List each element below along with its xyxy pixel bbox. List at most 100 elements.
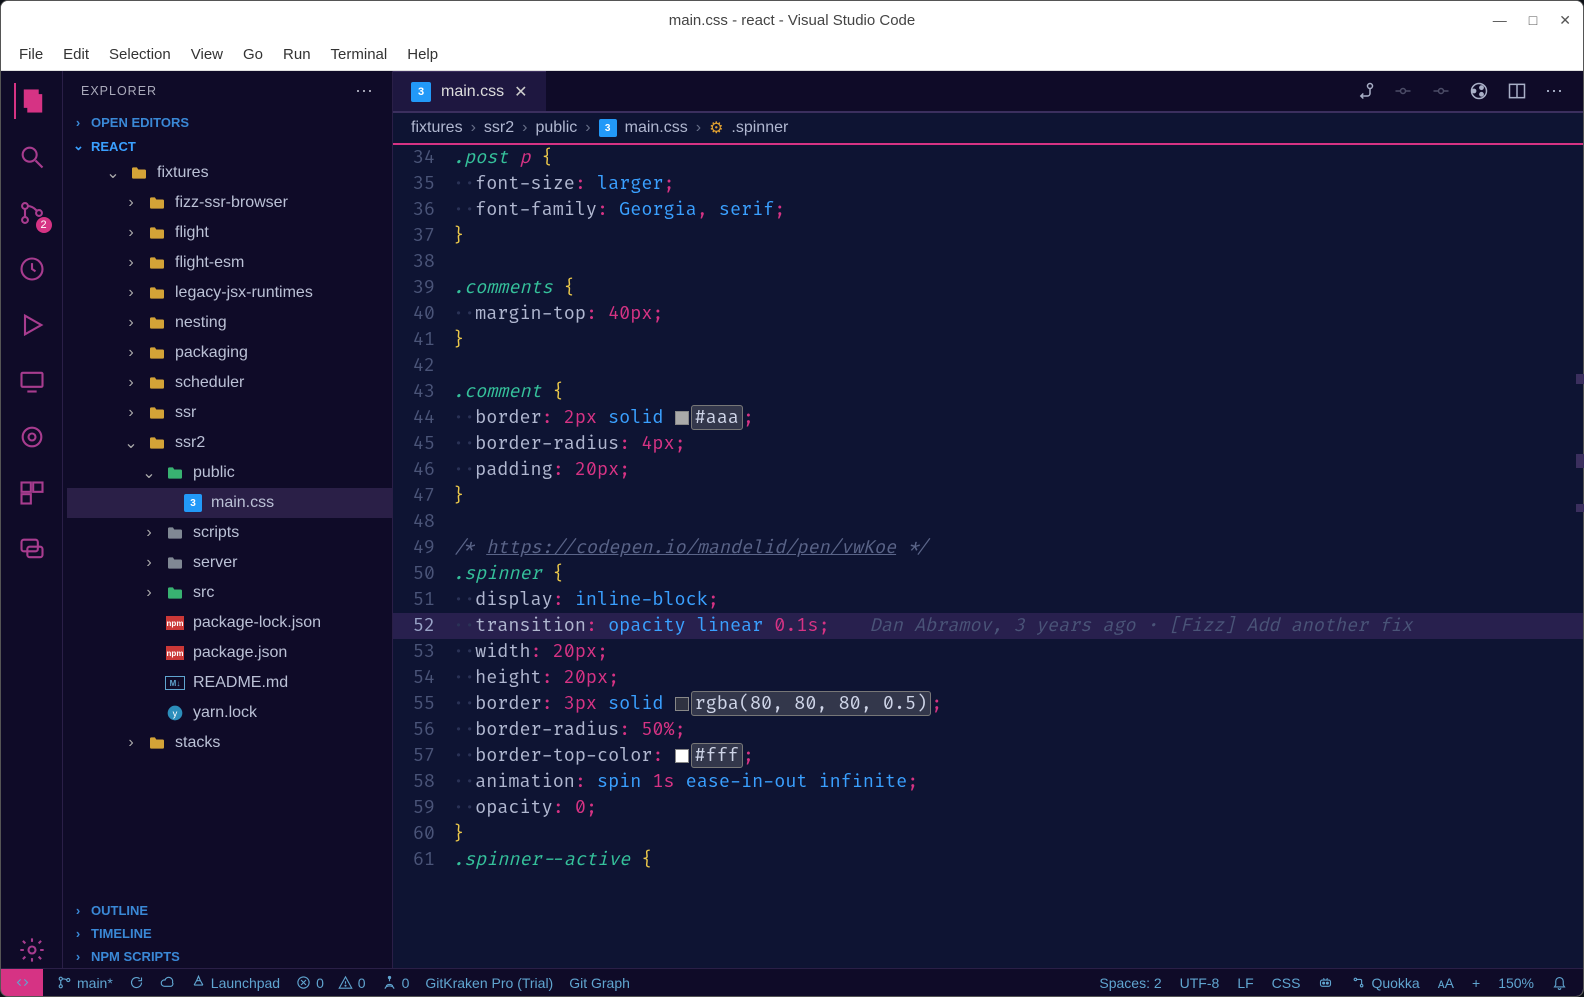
commit-next-icon[interactable] (1431, 81, 1451, 101)
status-plus[interactable]: + (1472, 975, 1480, 991)
status-ports[interactable]: 0 (382, 975, 410, 991)
settings-icon[interactable] (14, 932, 50, 968)
file-item[interactable]: 3main.css (67, 488, 392, 518)
code-line[interactable]: 47} (393, 483, 1583, 509)
code-line[interactable]: 37} (393, 223, 1583, 249)
status-problems[interactable]: 0 0 (296, 975, 365, 991)
status-gitkraken[interactable]: GitKraken Pro (Trial) (425, 975, 553, 991)
code-line[interactable]: 52··transition: opacity linear 0.1s;Dan … (393, 613, 1583, 639)
debug-icon[interactable] (14, 307, 50, 343)
status-branch[interactable]: main* (57, 975, 113, 991)
folder-item[interactable]: ›src (67, 578, 392, 608)
code-line[interactable]: 51··display: inline-block; (393, 587, 1583, 613)
split-editor-icon[interactable] (1507, 81, 1527, 101)
breadcrumb-item[interactable]: public (535, 119, 577, 137)
code-line[interactable]: 45··border-radius: 4px; (393, 431, 1583, 457)
menu-file[interactable]: File (9, 42, 53, 67)
code-line[interactable]: 44··border: 2px solid #aaa; (393, 405, 1583, 431)
breadcrumb-item[interactable]: fixtures (411, 119, 463, 137)
menu-run[interactable]: Run (273, 42, 321, 67)
status-quokka[interactable]: Quokka (1351, 975, 1419, 991)
status-cloud[interactable] (160, 975, 175, 990)
folder-item[interactable]: ›stacks (67, 728, 392, 758)
code-line[interactable]: 53··width: 20px; (393, 639, 1583, 665)
remote-explorer-icon[interactable] (14, 363, 50, 399)
search-icon[interactable] (14, 139, 50, 175)
status-aa[interactable]: ᴀA (1438, 975, 1454, 991)
status-lang[interactable]: CSS (1272, 975, 1301, 991)
explorer-more-icon[interactable]: ⋯ (355, 81, 374, 102)
npm-scripts-section[interactable]: ›NPM SCRIPTS (63, 945, 392, 968)
menu-go[interactable]: Go (233, 42, 273, 67)
code-line[interactable]: 40··margin-top: 40px; (393, 301, 1583, 327)
code-line[interactable]: 55··border: 3px solid rgba(80, 80, 80, 0… (393, 691, 1583, 717)
folder-item[interactable]: ›scripts (67, 518, 392, 548)
code-line[interactable]: 41} (393, 327, 1583, 353)
breadcrumb-item[interactable]: .spinner (731, 119, 788, 137)
folder-item[interactable]: ›server (67, 548, 392, 578)
folder-item[interactable]: ›legacy-jsx-runtimes (67, 278, 392, 308)
timeline-section[interactable]: ›TIMELINE (63, 922, 392, 945)
menu-edit[interactable]: Edit (53, 42, 99, 67)
folder-item[interactable]: ⌄public (67, 458, 392, 488)
folder-item[interactable]: ›flight-esm (67, 248, 392, 278)
code-line[interactable]: 61.spinner--active { (393, 847, 1583, 873)
folder-item[interactable]: ›packaging (67, 338, 392, 368)
tab-close-icon[interactable]: ✕ (514, 82, 527, 102)
status-gitgraph[interactable]: Git Graph (569, 975, 630, 991)
status-encoding[interactable]: UTF-8 (1180, 975, 1220, 991)
chat-icon[interactable] (14, 531, 50, 567)
menu-view[interactable]: View (181, 42, 233, 67)
minimize-button[interactable]: — (1493, 12, 1507, 29)
code-line[interactable]: 60} (393, 821, 1583, 847)
code-line[interactable]: 54··height: 20px; (393, 665, 1583, 691)
file-item[interactable]: M↓README.md (67, 668, 392, 698)
menu-selection[interactable]: Selection (99, 42, 181, 67)
tab-main-css[interactable]: 3 main.css ✕ (393, 71, 546, 111)
breadcrumb-item[interactable]: main.css (625, 119, 688, 137)
timeline-ext-icon[interactable] (14, 251, 50, 287)
code-line[interactable]: 56··border-radius: 50%; (393, 717, 1583, 743)
folder-item[interactable]: ›ssr (67, 398, 392, 428)
code-line[interactable]: 46··padding: 20px; (393, 457, 1583, 483)
git-compare-left-icon[interactable] (1355, 81, 1375, 101)
file-item[interactable]: yyarn.lock (67, 698, 392, 728)
git-graph-icon[interactable] (1469, 81, 1489, 101)
folder-item[interactable]: ›nesting (67, 308, 392, 338)
folder-item[interactable]: ›flight (67, 218, 392, 248)
outline-section[interactable]: ›OUTLINE (63, 899, 392, 922)
code-line[interactable]: 35··font-size: larger; (393, 171, 1583, 197)
scm-icon[interactable]: 2 (14, 195, 50, 231)
status-sync[interactable] (129, 975, 144, 990)
status-zoom[interactable]: 150% (1498, 975, 1534, 991)
remote-button[interactable] (1, 969, 43, 996)
code-line[interactable]: 38 (393, 249, 1583, 275)
status-launchpad[interactable]: Launchpad (191, 975, 280, 991)
folder-item[interactable]: ⌄fixtures (67, 158, 392, 188)
extensions-icon[interactable] (14, 475, 50, 511)
code-line[interactable]: 48 (393, 509, 1583, 535)
open-editors-section[interactable]: ›OPEN EDITORS (63, 111, 392, 134)
menu-help[interactable]: Help (397, 42, 448, 67)
close-button[interactable]: ✕ (1559, 12, 1571, 29)
status-copilot-icon[interactable] (1318, 975, 1333, 990)
file-item[interactable]: npmpackage-lock.json (67, 608, 392, 638)
commit-prev-icon[interactable] (1393, 81, 1413, 101)
folder-item[interactable]: ⌄ssr2 (67, 428, 392, 458)
code-line[interactable]: 39.comments { (393, 275, 1583, 301)
code-line[interactable]: 57··border-top-color: #fff; (393, 743, 1583, 769)
status-spaces[interactable]: Spaces: 2 (1099, 975, 1161, 991)
code-area[interactable]: 34.post p {35··font-size: larger;36··fon… (393, 145, 1583, 968)
root-section[interactable]: ⌄REACT (63, 134, 392, 158)
code-line[interactable]: 34.post p { (393, 145, 1583, 171)
status-bell-icon[interactable] (1552, 975, 1567, 990)
breadcrumb[interactable]: fixtures› ssr2› public› 3 main.css› ⚙ .s… (393, 113, 1583, 145)
code-line[interactable]: 49/* https://codepen.io/mandelid/pen/vwK… (393, 535, 1583, 561)
breadcrumb-item[interactable]: ssr2 (484, 119, 514, 137)
explorer-icon[interactable] (14, 83, 50, 119)
code-line[interactable]: 42 (393, 353, 1583, 379)
gitlens-icon[interactable] (14, 419, 50, 455)
code-line[interactable]: 36··font-family: Georgia, serif; (393, 197, 1583, 223)
folder-item[interactable]: ›fizz-ssr-browser (67, 188, 392, 218)
code-line[interactable]: 43.comment { (393, 379, 1583, 405)
